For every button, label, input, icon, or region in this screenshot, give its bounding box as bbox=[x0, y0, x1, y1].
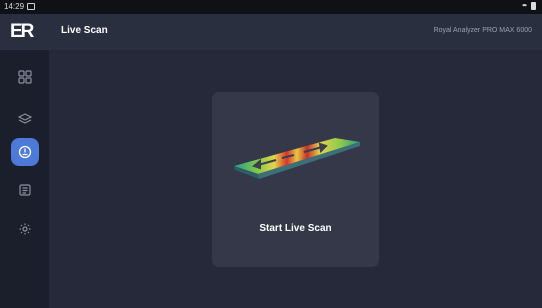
notification-icon bbox=[27, 3, 35, 10]
sidebar bbox=[0, 50, 49, 308]
wifi-icon bbox=[521, 3, 528, 10]
gear-icon bbox=[19, 223, 31, 235]
page-title: Live Scan bbox=[61, 25, 108, 36]
start-live-scan-card[interactable]: Start Live Scan bbox=[212, 92, 379, 267]
app-logo: ER bbox=[10, 21, 34, 42]
sidebar-item-live-scan[interactable] bbox=[11, 138, 39, 166]
status-time: 14:29 bbox=[4, 2, 25, 11]
3d-box-icon bbox=[19, 184, 31, 196]
scan-icon bbox=[18, 145, 32, 159]
battery-icon bbox=[531, 2, 536, 10]
start-live-scan-label: Start Live Scan bbox=[259, 223, 332, 234]
layers-icon bbox=[18, 113, 32, 124]
sidebar-item-layers[interactable] bbox=[11, 105, 39, 133]
grid-icon bbox=[18, 70, 32, 84]
sidebar-item-3d-view[interactable] bbox=[11, 176, 39, 204]
status-bar: 14:29 bbox=[0, 0, 542, 14]
sidebar-item-settings[interactable] bbox=[11, 215, 39, 243]
device-name: Royal Analyzer PRO MAX 6000 bbox=[433, 27, 532, 34]
sidebar-item-dashboard[interactable] bbox=[11, 63, 39, 91]
app-header: ER Live Scan Royal Analyzer PRO MAX 6000 bbox=[0, 14, 542, 50]
system-icons bbox=[521, 2, 536, 10]
scan-preview-graphic bbox=[234, 138, 360, 179]
